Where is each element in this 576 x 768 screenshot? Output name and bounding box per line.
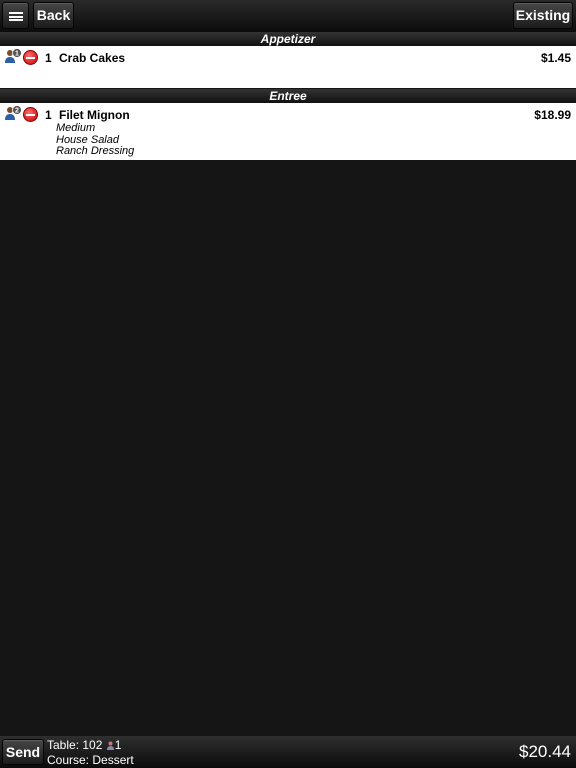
- seat-number: 2: [15, 108, 19, 115]
- section-header-appetizer: Appetizer: [0, 32, 576, 46]
- table-info[interactable]: Table: 102 1: [47, 738, 121, 752]
- hamburger-menu-icon: [9, 12, 23, 21]
- bottom-bar: Send Table: 102 1 Course: Dessert $20.44: [0, 736, 576, 768]
- guest-count: 1: [114, 738, 122, 752]
- item-price: $18.99: [534, 108, 571, 122]
- send-button[interactable]: Send: [2, 739, 44, 765]
- order-total: $20.44: [519, 742, 571, 761]
- item-price: $1.45: [540, 51, 571, 65]
- modifier: Ranch Dressing: [56, 145, 135, 157]
- remove-item-icon[interactable]: [23, 50, 38, 65]
- item-quantity: 1: [45, 108, 52, 122]
- seat-person-icon: 1: [5, 48, 22, 63]
- seat-person-icon: 2: [5, 105, 22, 120]
- section-header-entree: Entree: [0, 89, 576, 103]
- order-item-crab-cakes[interactable]: 1 1 Crab Cakes $1.45: [0, 46, 576, 88]
- top-toolbar: Back Existing: [0, 0, 576, 32]
- item-quantity: 1: [45, 51, 52, 65]
- table-number: Table: 102: [47, 738, 103, 752]
- menu-button[interactable]: [2, 2, 29, 29]
- remove-item-icon[interactable]: [23, 107, 38, 122]
- seat-number: 1: [15, 51, 19, 58]
- modifier: Medium: [56, 122, 96, 134]
- item-name: Filet Mignon: [59, 108, 130, 122]
- item-modifiers: Medium House Salad Ranch Dressing: [56, 122, 135, 158]
- item-name: Crab Cakes: [59, 51, 126, 65]
- order-item-filet-mignon[interactable]: 2 1 Filet Mignon $18.99 Medium House Sal…: [0, 103, 576, 160]
- existing-button[interactable]: Existing: [513, 2, 573, 29]
- guest-person-icon: [106, 741, 114, 750]
- course-info[interactable]: Course: Dessert: [47, 753, 134, 767]
- back-button[interactable]: Back: [33, 2, 74, 29]
